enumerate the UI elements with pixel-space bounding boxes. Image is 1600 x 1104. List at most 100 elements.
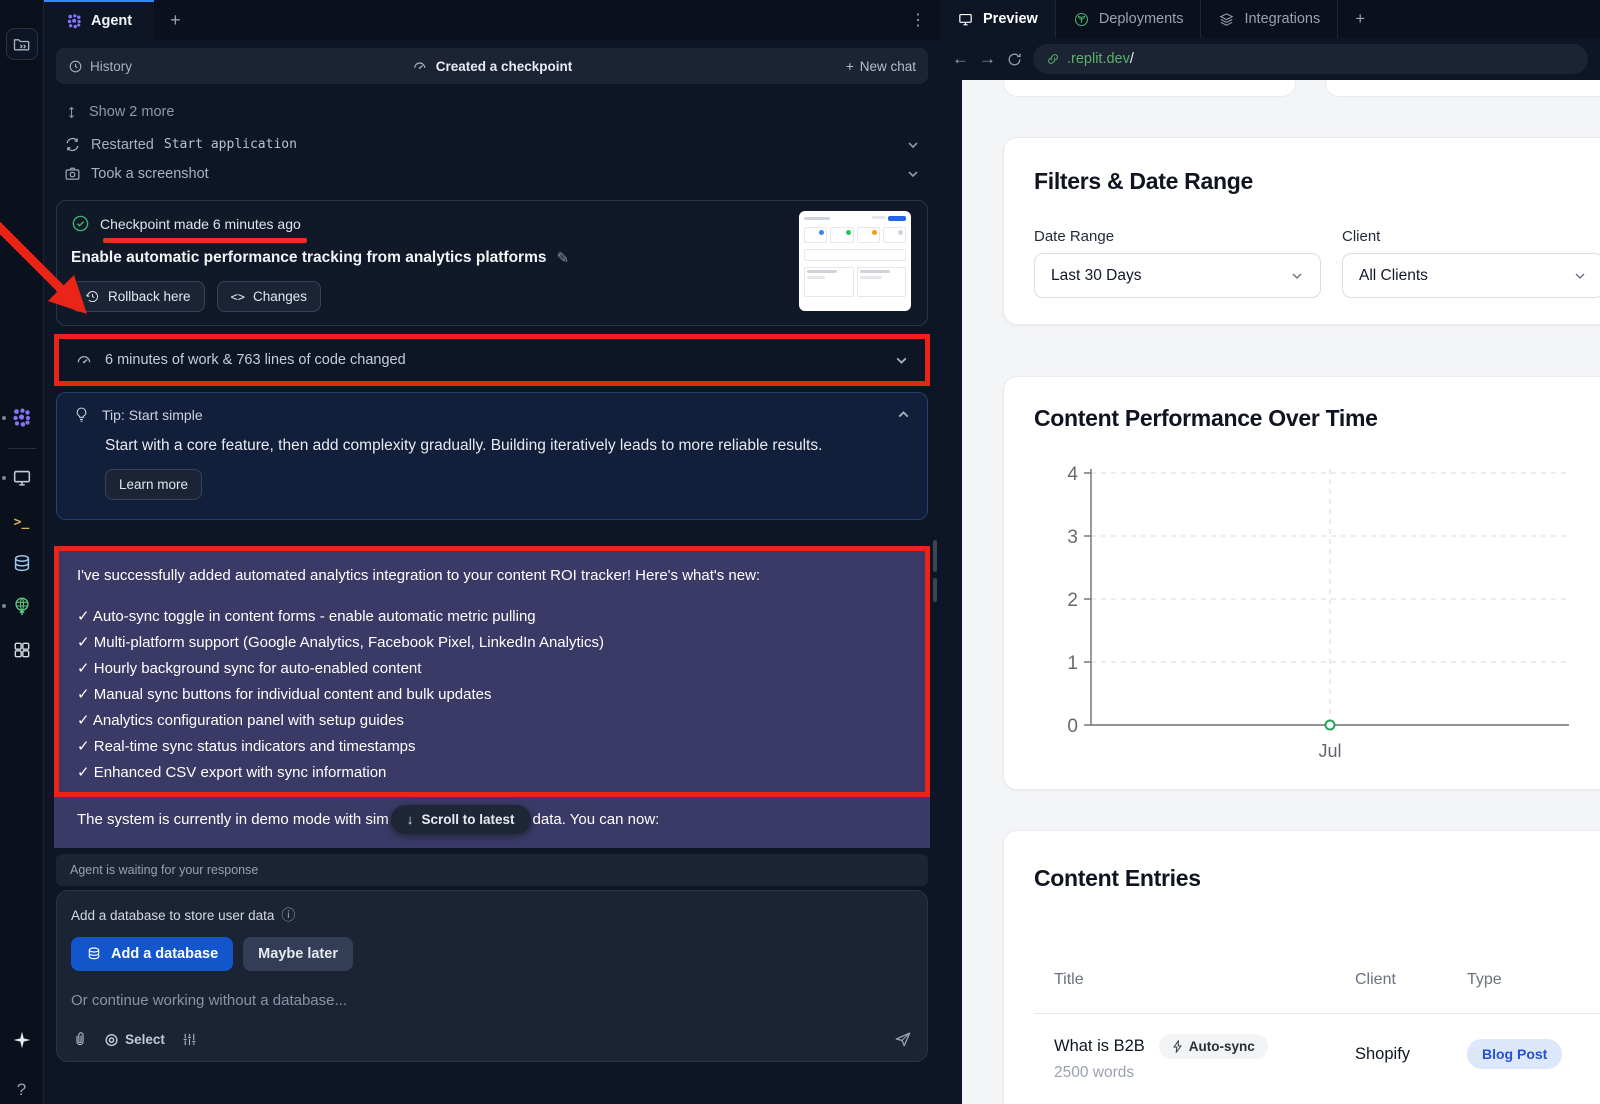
restart-icon — [64, 136, 81, 153]
composer-input[interactable]: Or continue working without a database..… — [71, 992, 913, 1009]
tab-deployments[interactable]: Deployments — [1056, 0, 1202, 38]
help-icon: ? — [17, 1080, 26, 1100]
type-badge: Blog Post — [1467, 1039, 1562, 1069]
message-item: ✓ Real-time sync status indicators and t… — [77, 734, 907, 760]
client-value: All Clients — [1359, 267, 1428, 285]
chevron-up-icon[interactable] — [896, 407, 911, 422]
rail-item-publish[interactable] — [10, 594, 34, 618]
rail-item-agent[interactable] — [10, 406, 34, 430]
demo-text-left: The system is currently in demo mode wit… — [77, 811, 389, 828]
attach-file-button[interactable] — [71, 1030, 89, 1048]
rail-item-help[interactable]: ? — [10, 1078, 34, 1102]
tab-preview-label: Preview — [983, 11, 1038, 27]
client-label: Client — [1342, 228, 1380, 245]
chevron-down-icon[interactable] — [906, 167, 920, 181]
refresh-button[interactable] — [1006, 51, 1023, 68]
back-button[interactable]: ← — [952, 49, 969, 69]
settings-sliders-button[interactable] — [181, 1031, 198, 1048]
check-circle-icon — [71, 214, 90, 233]
replit-agent-icon — [11, 407, 33, 429]
tip-card: Tip: Start simple Start with a core feat… — [56, 392, 928, 520]
chevron-down-icon[interactable] — [906, 138, 920, 152]
url-input[interactable]: .replit.dev/ — [1033, 44, 1588, 74]
rollback-button[interactable]: Rollback here — [71, 281, 205, 312]
rail-item-preview[interactable] — [10, 466, 34, 490]
send-button[interactable] — [893, 1029, 913, 1049]
checkpoint-thumbnail[interactable] — [799, 211, 911, 311]
message-item: ✓ Analytics configuration panel with set… — [77, 708, 907, 734]
svg-text:4: 4 — [1067, 464, 1078, 485]
lightning-bolt-icon — [1172, 1040, 1183, 1053]
content-entries-card: Content Entries Title Client Type What i… — [1003, 830, 1600, 1104]
add-database-button[interactable]: Add a database — [71, 937, 233, 971]
database-icon — [11, 553, 33, 575]
agent-message: I've successfully added automated analyt… — [59, 551, 925, 792]
sparkle-icon — [12, 1030, 32, 1050]
date-range-select[interactable]: Last 30 Days — [1034, 253, 1321, 298]
lightbulb-icon — [73, 406, 90, 423]
new-chat-button[interactable]: + New chat — [846, 59, 916, 74]
plus-icon: + — [170, 10, 181, 31]
add-database-label: Add a database — [111, 946, 218, 962]
rail-item-apps[interactable] — [10, 638, 34, 662]
chart-y-labels: 4 3 2 1 0 — [1067, 464, 1078, 737]
notification-dot — [2, 476, 6, 480]
agent-panel: Agent + ⋮ History Created a checkpoint +… — [44, 0, 940, 1104]
tab-agent[interactable]: Agent — [44, 0, 154, 40]
show-more-button[interactable]: Show 2 more — [56, 98, 928, 126]
chevron-down-icon[interactable] — [894, 353, 909, 368]
history-button[interactable]: History — [68, 59, 132, 74]
scroll-to-latest-button[interactable]: ↓ Scroll to latest — [391, 805, 531, 834]
maybe-later-button[interactable]: Maybe later — [243, 937, 353, 971]
notification-dot — [2, 604, 6, 608]
new-preview-tab-button[interactable]: + — [1338, 0, 1382, 38]
monitor-icon — [957, 11, 974, 28]
scrollbar-thumb[interactable] — [933, 578, 937, 602]
forward-button[interactable]: → — [979, 49, 996, 69]
terminal-icon: >_ — [14, 515, 30, 530]
message-item: ✓ Auto-sync toggle in content forms - en… — [77, 604, 907, 630]
publish-globe-icon — [11, 595, 33, 617]
edit-pencil-icon[interactable]: ✎ — [556, 249, 569, 267]
rail-item-assistant[interactable] — [10, 1028, 34, 1052]
left-rail: >_ ? — [0, 0, 44, 1104]
client-select[interactable]: All Clients — [1342, 253, 1600, 298]
scrolled-card-stub — [1325, 80, 1600, 97]
rail-item-database[interactable] — [10, 552, 34, 576]
monitor-icon — [11, 467, 33, 489]
replit-workspace: >_ ? Agent + ⋮ — [0, 0, 1600, 1104]
code-icon: <> — [231, 290, 245, 304]
new-chat-label: New chat — [860, 59, 916, 74]
work-summary-row[interactable]: 6 minutes of work & 763 lines of code ch… — [59, 339, 925, 381]
auto-sync-label: Auto-sync — [1189, 1039, 1255, 1054]
sidebar-expand-button[interactable] — [6, 28, 38, 60]
rollback-label: Rollback here — [108, 289, 191, 304]
entry-word-count: 2500 words — [1054, 1064, 1134, 1082]
table-row[interactable]: What is B2B Auto-sync — [1054, 1034, 1268, 1059]
rail-item-shell[interactable]: >_ — [10, 510, 34, 534]
learn-more-button[interactable]: Learn more — [105, 469, 202, 500]
svg-text:2: 2 — [1067, 590, 1078, 611]
tab-integrations[interactable]: Integrations — [1201, 0, 1338, 38]
checkpoint-title: Enable automatic performance tracking fr… — [71, 249, 913, 267]
apps-grid-icon — [12, 640, 32, 660]
changes-button[interactable]: <> Changes — [217, 281, 322, 312]
preview-webview: Filters & Date Range Date Range Client L… — [962, 80, 1600, 1104]
scrollbar-thumb[interactable] — [933, 540, 937, 572]
red-annotation-box-message: I've successfully added automated analyt… — [54, 546, 930, 797]
select-element-button[interactable]: ◎ Select — [105, 1030, 165, 1048]
tab-menu-button[interactable]: ⋮ — [896, 0, 940, 40]
new-tab-button[interactable]: + — [154, 0, 197, 40]
database-icon — [86, 946, 102, 962]
info-icon[interactable]: ⓘ — [281, 905, 295, 925]
tab-preview[interactable]: Preview — [940, 0, 1056, 38]
restarted-command: Start application — [164, 137, 297, 152]
chart-axes — [1084, 469, 1569, 725]
history-label: History — [90, 59, 132, 74]
checkpoint-card: Checkpoint made 6 minutes ago Enable aut… — [56, 200, 928, 326]
tip-body: Start with a core feature, then add comp… — [105, 437, 911, 455]
restarted-label: Restarted — [91, 137, 154, 153]
event-restarted[interactable]: Restarted Start application — [56, 130, 928, 159]
chart-data-point[interactable] — [1326, 721, 1335, 730]
event-screenshot[interactable]: Took a screenshot — [56, 159, 928, 188]
